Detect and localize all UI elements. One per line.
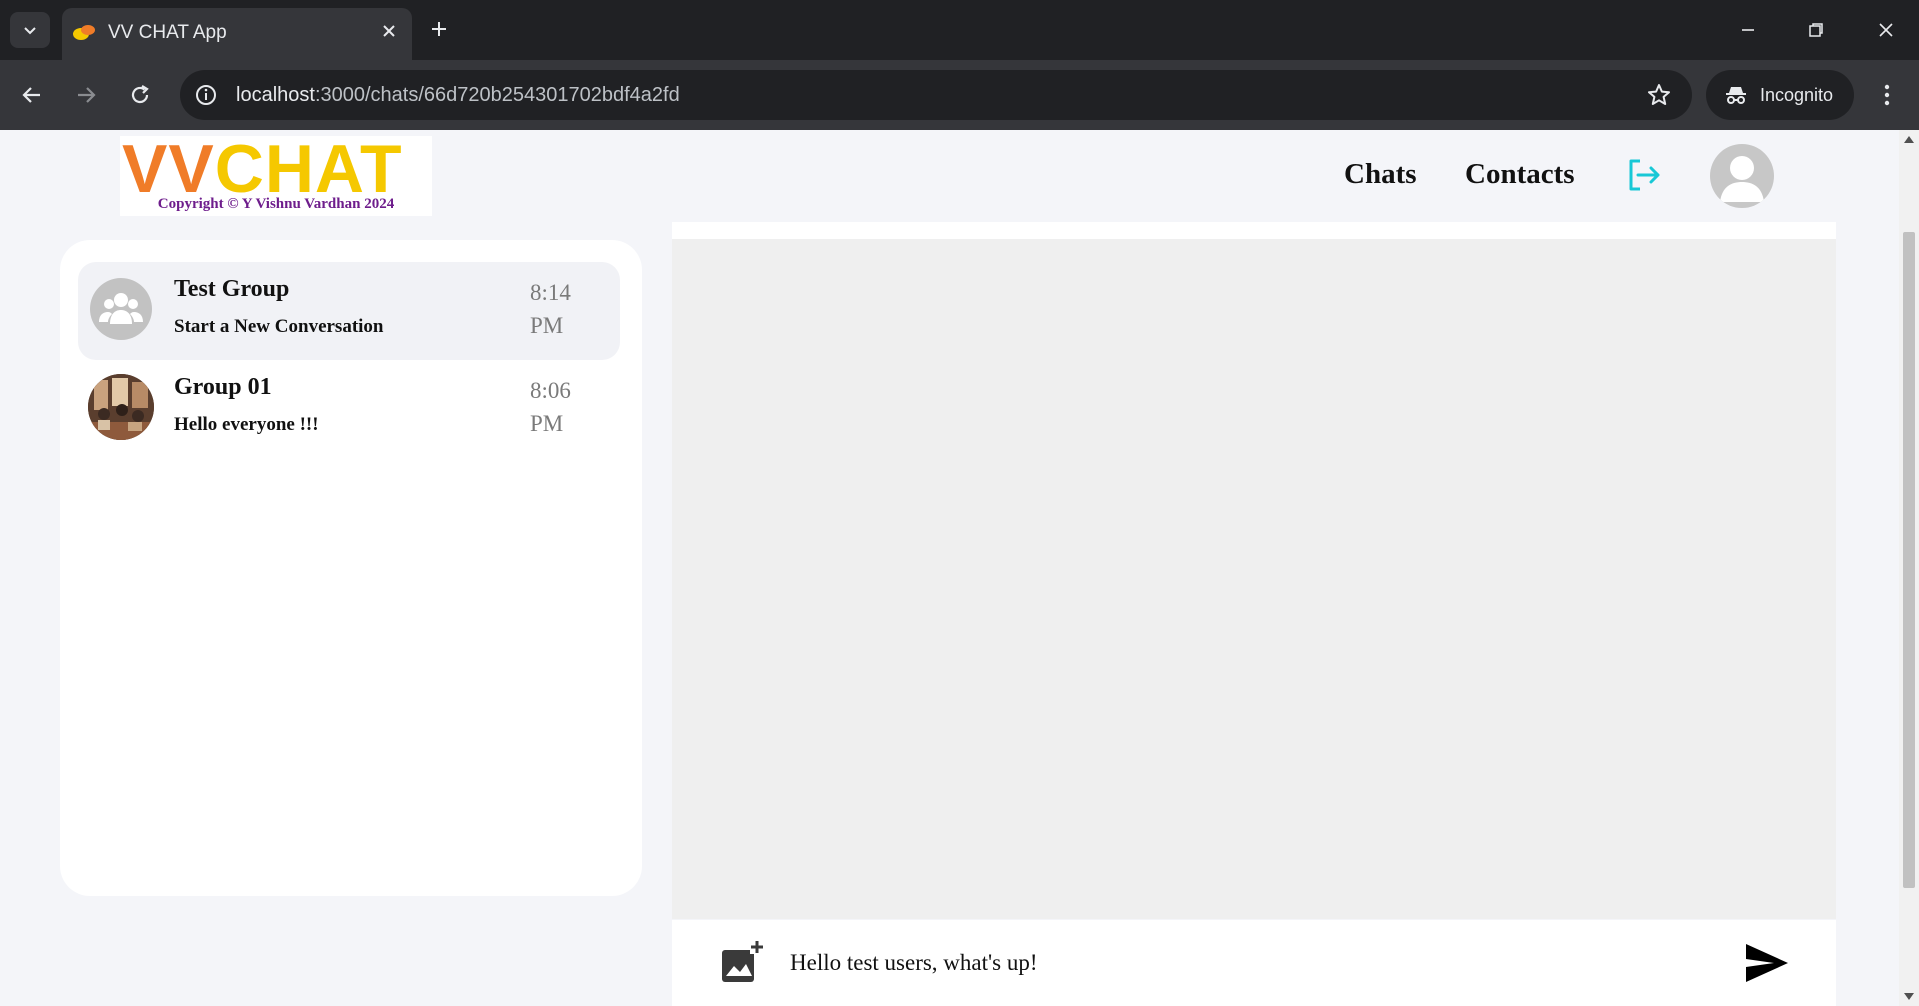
url-host: localhost <box>236 84 315 106</box>
close-icon <box>383 25 395 37</box>
profile-avatar[interactable] <box>1710 144 1774 208</box>
chat-time: 8:14 PM <box>530 280 571 338</box>
more-vertical-icon <box>1884 84 1890 106</box>
message-input[interactable] <box>790 938 1690 988</box>
address-bar[interactable]: localhost:3000/chats/66d720b254301702bdf… <box>180 70 1692 120</box>
chevron-down-icon <box>24 27 36 35</box>
group-icon <box>99 293 143 324</box>
scroll-thumb[interactable] <box>1903 232 1915 888</box>
browser-tab-bar: VV CHAT App <box>0 0 1919 60</box>
user-icon <box>1720 156 1764 202</box>
messages-area[interactable] <box>672 239 1836 919</box>
incognito-indicator[interactable]: Incognito <box>1706 70 1854 120</box>
new-tab-button[interactable] <box>424 14 454 44</box>
chat-list-panel: Test Group Start a New Conversation 8:14… <box>60 240 642 896</box>
tab-title: VV CHAT App <box>108 22 227 43</box>
chat-bubbles-icon <box>73 25 95 40</box>
scroll-up-arrow-icon[interactable] <box>1904 136 1914 143</box>
bookmark-star-icon[interactable] <box>1646 82 1672 108</box>
tab-search-button[interactable] <box>10 12 50 48</box>
info-icon[interactable] <box>194 83 218 107</box>
chat-list-item[interactable]: Test Group Start a New Conversation 8:14… <box>78 262 620 360</box>
group-photo-avatar <box>88 374 154 440</box>
plus-icon <box>432 22 446 36</box>
arrow-right-icon <box>78 87 96 103</box>
message-composer <box>672 920 1836 1006</box>
chat-time: 8:06 PM <box>530 378 571 436</box>
minimize-icon <box>1742 29 1754 31</box>
chat-name: Test Group <box>174 276 290 302</box>
logout-icon[interactable] <box>1626 158 1662 192</box>
browser-tab[interactable]: VV CHAT App <box>62 8 412 60</box>
app-page: VVCHAT Copyright © Y Vishnu Vardhan 2024… <box>0 130 1899 1006</box>
close-icon <box>1879 23 1893 37</box>
arrow-left-icon <box>22 87 40 103</box>
restore-button[interactable] <box>1796 12 1836 48</box>
conversation-panel <box>672 222 1836 919</box>
scroll-down-arrow-icon[interactable] <box>1904 993 1914 1000</box>
restore-icon <box>1809 23 1823 37</box>
reload-icon <box>131 85 149 104</box>
chat-name: Group 01 <box>174 374 272 400</box>
group-photo-image <box>88 374 154 440</box>
browser-toolbar: localhost:3000/chats/66d720b254301702bdf… <box>0 60 1919 130</box>
url-path: :3000/chats/66d720b254301702bdf4a2fd <box>314 84 680 106</box>
app-logo[interactable]: VVCHAT Copyright © Y Vishnu Vardhan 2024 <box>120 131 432 216</box>
tab-close-button[interactable] <box>378 20 400 42</box>
url-text: localhost:3000/chats/66d720b254301702bdf… <box>236 84 680 107</box>
reload-button[interactable] <box>122 77 158 113</box>
logo-copyright: Copyright © Y Vishnu Vardhan 2024 <box>157 196 395 212</box>
nav-chats-link[interactable]: Chats <box>1344 158 1417 191</box>
chat-list-item[interactable]: Group 01 Hello everyone !!! 8:06 PM <box>78 360 620 458</box>
back-button[interactable] <box>14 77 50 113</box>
group-avatar <box>90 278 152 340</box>
minimize-button[interactable] <box>1728 12 1768 48</box>
incognito-icon <box>1726 87 1746 104</box>
nav-contacts-link[interactable]: Contacts <box>1465 158 1575 191</box>
chat-last-message: Start a New Conversation <box>174 316 384 337</box>
send-icon[interactable] <box>1744 940 1790 986</box>
incognito-label: Incognito <box>1760 84 1834 105</box>
chat-last-message: Hello everyone !!! <box>174 414 319 435</box>
add-image-icon[interactable] <box>718 940 764 986</box>
browser-menu-button[interactable] <box>1872 77 1902 113</box>
page-scrollbar[interactable] <box>1899 130 1919 1006</box>
forward-button[interactable] <box>68 77 104 113</box>
close-window-button[interactable] <box>1866 12 1906 48</box>
